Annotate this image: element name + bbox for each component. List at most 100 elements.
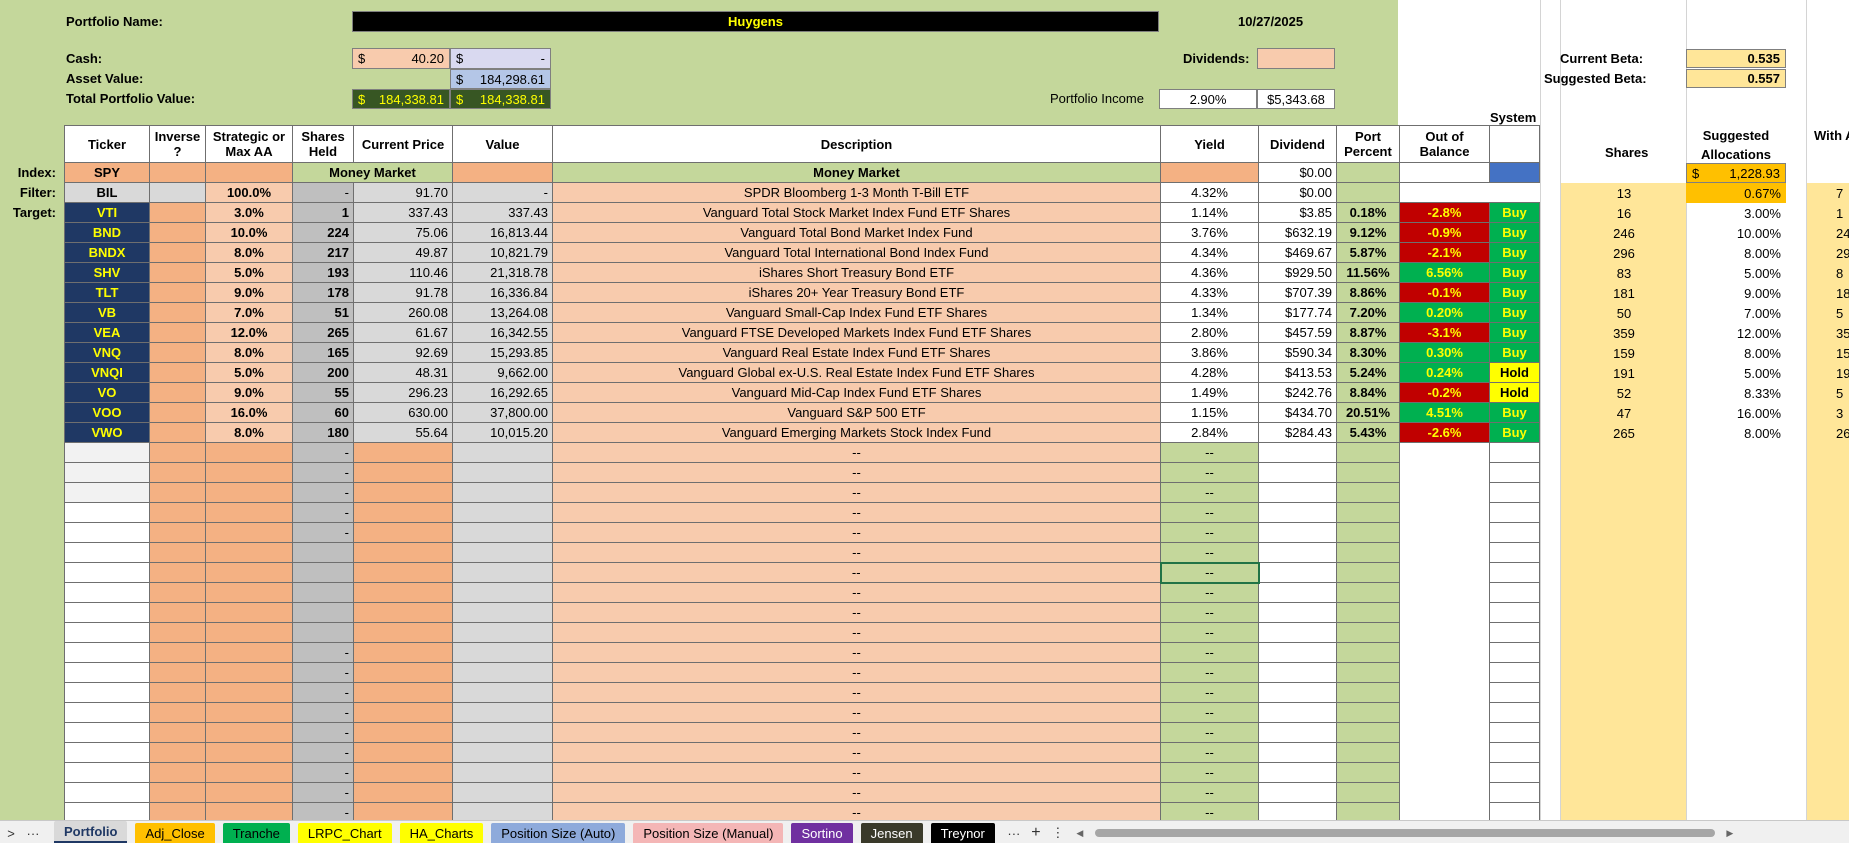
- out-of-balance-cell[interactable]: [1399, 682, 1490, 703]
- inverse-cell[interactable]: [149, 382, 206, 403]
- value-cell[interactable]: [452, 622, 553, 643]
- value-cell[interactable]: [452, 722, 553, 743]
- shares-held-cell[interactable]: 200: [292, 362, 354, 383]
- value-cell[interactable]: [452, 602, 553, 623]
- yield-cell[interactable]: --: [1160, 782, 1259, 803]
- bhs-score-cell[interactable]: Buy: [1489, 342, 1540, 363]
- value-cell[interactable]: [452, 662, 553, 683]
- price-cell[interactable]: [353, 522, 453, 543]
- bhs-score-cell[interactable]: [1489, 462, 1540, 483]
- out-of-balance-cell[interactable]: -3.1%: [1399, 322, 1490, 343]
- dividend-cell[interactable]: [1258, 762, 1337, 783]
- bhs-score-cell[interactable]: [1489, 682, 1540, 703]
- filter-strategic[interactable]: 100.0%: [205, 182, 293, 203]
- ticker-cell[interactable]: [64, 442, 150, 463]
- shares-held-cell[interactable]: 55: [292, 382, 354, 403]
- ticker-cell[interactable]: VWO: [64, 422, 150, 443]
- price-cell[interactable]: 110.46: [353, 262, 453, 283]
- ticker-cell[interactable]: BND: [64, 222, 150, 243]
- bhs-score-cell[interactable]: Buy: [1489, 422, 1540, 443]
- yield-cell[interactable]: --: [1160, 742, 1259, 763]
- strategic-cell[interactable]: [205, 622, 293, 643]
- price-cell[interactable]: [353, 762, 453, 783]
- strategic-cell[interactable]: 10.0%: [205, 222, 293, 243]
- bhs-score-cell[interactable]: [1489, 482, 1540, 503]
- value-cell[interactable]: [452, 682, 553, 703]
- dividend-cell[interactable]: $469.67: [1258, 242, 1337, 263]
- port-percent-cell[interactable]: [1336, 582, 1400, 603]
- description-cell[interactable]: Vanguard FTSE Developed Markets Index Fu…: [552, 322, 1161, 343]
- yield-cell[interactable]: 1.14%: [1160, 202, 1259, 223]
- dividend-cell[interactable]: [1258, 522, 1337, 543]
- value-cell[interactable]: 9,662.00: [452, 362, 553, 383]
- index-description[interactable]: Money Market: [552, 162, 1161, 183]
- ticker-cell[interactable]: [64, 522, 150, 543]
- value-cell[interactable]: 16,813.44: [452, 222, 553, 243]
- price-cell[interactable]: 48.31: [353, 362, 453, 383]
- bhs-score-cell[interactable]: [1489, 502, 1540, 523]
- strategic-cell[interactable]: [205, 542, 293, 563]
- bhs-score-cell[interactable]: [1489, 622, 1540, 643]
- strategic-cell[interactable]: [205, 782, 293, 803]
- out-of-balance-cell[interactable]: [1399, 502, 1490, 523]
- shares-held-cell[interactable]: -: [292, 442, 354, 463]
- out-of-balance-cell[interactable]: 0.30%: [1399, 342, 1490, 363]
- dividend-cell[interactable]: [1258, 442, 1337, 463]
- strategic-cell[interactable]: 8.0%: [205, 242, 293, 263]
- inverse-cell[interactable]: [149, 502, 206, 523]
- ticker-cell[interactable]: [64, 682, 150, 703]
- total-value-cell-1[interactable]: $ 184,338.81: [352, 89, 450, 109]
- value-cell[interactable]: 21,318.78: [452, 262, 553, 283]
- strategic-cell[interactable]: 5.0%: [205, 362, 293, 383]
- value-cell[interactable]: 13,264.08: [452, 302, 553, 323]
- bhs-score-cell[interactable]: [1489, 602, 1540, 623]
- yield-cell[interactable]: --: [1160, 582, 1259, 603]
- out-of-balance-cell[interactable]: -2.1%: [1399, 242, 1490, 263]
- port-percent-cell[interactable]: [1336, 622, 1400, 643]
- value-cell[interactable]: 37,800.00: [452, 402, 553, 423]
- out-of-balance-cell[interactable]: [1399, 562, 1490, 583]
- strategic-cell[interactable]: [205, 762, 293, 783]
- inverse-cell[interactable]: [149, 442, 206, 463]
- yield-cell[interactable]: --: [1159, 561, 1260, 584]
- cash-cell[interactable]: $ 40.20: [352, 48, 450, 69]
- dividend-cell[interactable]: [1258, 482, 1337, 503]
- yield-cell[interactable]: 3.86%: [1160, 342, 1259, 363]
- yield-cell[interactable]: --: [1160, 482, 1259, 503]
- strategic-cell[interactable]: [205, 722, 293, 743]
- ticker-cell[interactable]: VOO: [64, 402, 150, 423]
- ticker-cell[interactable]: [64, 782, 150, 803]
- port-percent-cell[interactable]: [1336, 442, 1400, 463]
- sheet-tab-adj-close[interactable]: Adj_Close: [135, 823, 215, 843]
- bhs-score-cell[interactable]: Buy: [1489, 322, 1540, 343]
- out-of-balance-cell[interactable]: [1399, 542, 1490, 563]
- out-of-balance-cell[interactable]: 4.51%: [1399, 402, 1490, 423]
- description-cell[interactable]: Vanguard Emerging Markets Stock Index Fu…: [552, 422, 1161, 443]
- strategic-cell[interactable]: 9.0%: [205, 382, 293, 403]
- yield-cell[interactable]: --: [1160, 462, 1259, 483]
- hscroll-left-icon[interactable]: ◀: [1069, 823, 1091, 843]
- price-cell[interactable]: [353, 682, 453, 703]
- description-cell[interactable]: --: [552, 722, 1161, 743]
- port-percent-cell[interactable]: 0.18%: [1336, 202, 1400, 223]
- port-percent-cell[interactable]: [1336, 702, 1400, 723]
- out-of-balance-cell[interactable]: -0.9%: [1399, 222, 1490, 243]
- dividend-cell[interactable]: $434.70: [1258, 402, 1337, 423]
- yield-cell[interactable]: --: [1160, 442, 1259, 463]
- yield-cell[interactable]: --: [1160, 602, 1259, 623]
- shares-held-cell[interactable]: [292, 542, 354, 563]
- ticker-cell[interactable]: [64, 702, 150, 723]
- index-money-market[interactable]: Money Market: [292, 162, 453, 183]
- port-percent-cell[interactable]: 9.12%: [1336, 222, 1400, 243]
- ticker-cell[interactable]: [64, 602, 150, 623]
- description-cell[interactable]: Vanguard S&P 500 ETF: [552, 402, 1161, 423]
- strategic-cell[interactable]: [205, 742, 293, 763]
- out-of-balance-cell[interactable]: [1399, 482, 1490, 503]
- out-of-balance-cell[interactable]: [1399, 622, 1490, 643]
- strategic-cell[interactable]: 5.0%: [205, 262, 293, 283]
- portfolio-name-value[interactable]: Huygens: [352, 11, 1159, 32]
- yield-cell[interactable]: --: [1160, 702, 1259, 723]
- description-cell[interactable]: --: [552, 662, 1161, 683]
- description-cell[interactable]: --: [552, 702, 1161, 723]
- value-cell[interactable]: 10,015.20: [452, 422, 553, 443]
